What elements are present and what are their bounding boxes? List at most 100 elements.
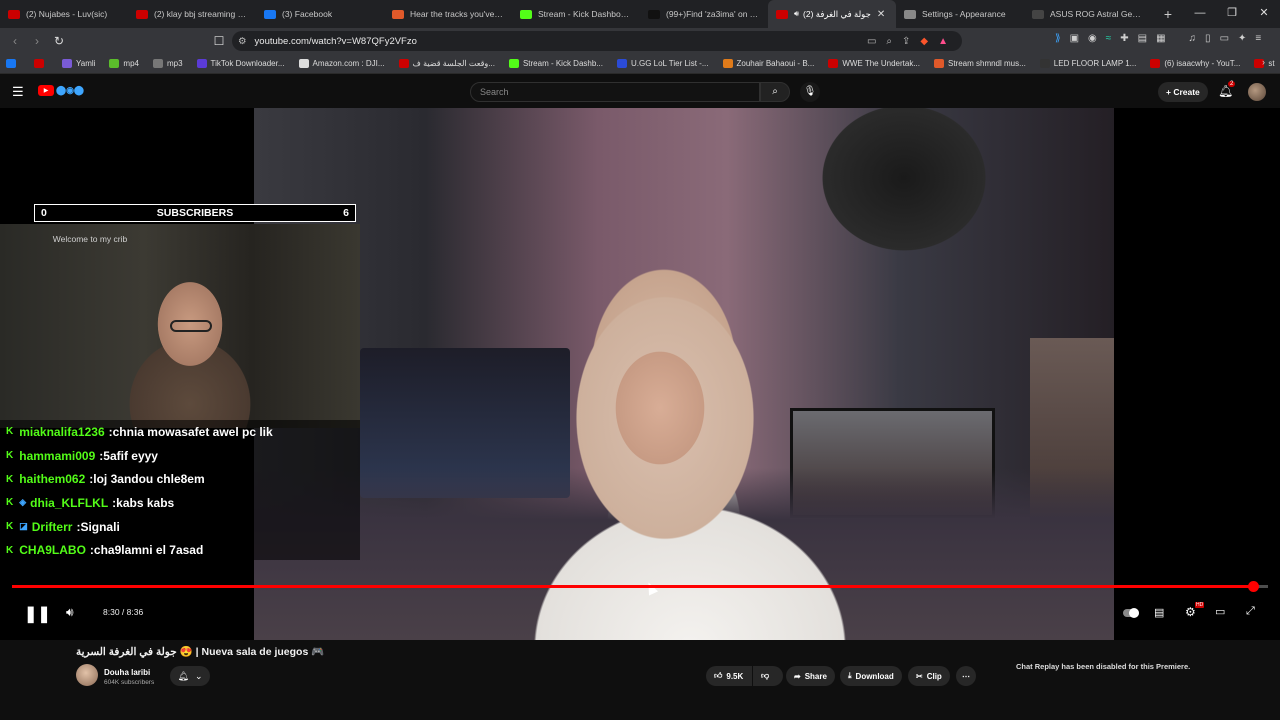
clip-button[interactable]: ✂ Clip: [908, 666, 950, 686]
pause-icon[interactable]: ❚❚: [24, 604, 51, 624]
maximize-button[interactable]: ❐: [1216, 0, 1248, 28]
reload-icon[interactable]: ↻: [48, 34, 70, 48]
extension-icon-5[interactable]: ▤: [1138, 33, 1147, 44]
bookmark-item[interactable]: وقعت الجلسة قضية ف...: [398, 59, 495, 68]
volume-icon[interactable]: 🔊︎: [66, 605, 74, 620]
chat-username: haithem062: [19, 472, 86, 487]
browser-tab[interactable]: Settings - Appearance: [896, 0, 1024, 28]
fullscreen-icon[interactable]: ⤢: [1246, 605, 1255, 618]
tab-title: (2) Nujabes - Luv(sic): [26, 9, 108, 19]
bookmark-item[interactable]: [6, 59, 20, 68]
subscriber-goal-start: 0: [41, 207, 47, 219]
tab-audio-icon[interactable]: 🔊︎: [794, 9, 799, 19]
welcome-sign: Welcome to my crib: [52, 234, 128, 244]
browser-tab[interactable]: Stream - Kick Dashboard: [512, 0, 640, 28]
browser-tab[interactable]: (99+)Find 'za3ima' on TikT: [640, 0, 768, 28]
bookmark-item[interactable]: U.GG LoL Tier List -...: [616, 59, 709, 68]
bookmark-label: st: [1268, 59, 1275, 68]
bookmark-item[interactable]: [34, 59, 48, 68]
dislike-button[interactable]: 👎︎: [753, 666, 783, 686]
kick-badge-icon: K: [6, 426, 14, 438]
bookmark-item[interactable]: TikTok Downloader...: [196, 59, 285, 68]
search-button[interactable]: ⌕: [760, 82, 790, 102]
bookmark-favicon-icon: [508, 59, 519, 68]
bookmark-item[interactable]: (6) isaacwhy - YouT...: [1150, 59, 1240, 68]
download-button[interactable]: ⤓ Download: [840, 666, 902, 686]
hd-badge: HD: [1195, 602, 1205, 608]
bookmark-item[interactable]: Stream - Kick Dashb...: [508, 59, 603, 68]
progress-scrubber[interactable]: [1247, 581, 1259, 592]
browser-tab[interactable]: (2) klay bbj streaming - Yo: [128, 0, 256, 28]
back-icon[interactable]: ‹: [4, 34, 26, 48]
extension-icon-1[interactable]: ⟫: [1055, 33, 1061, 44]
search-input[interactable]: Search: [470, 82, 760, 102]
bell-icon: 🔔︎: [177, 670, 189, 681]
like-button[interactable]: 👍︎ 9.5K: [706, 666, 752, 686]
media-control-icon[interactable]: ♫: [1189, 33, 1197, 44]
bookmarks-overflow-icon[interactable]: ›: [1262, 57, 1265, 67]
brave-rewards-icon[interactable]: ▲: [938, 36, 948, 47]
sidebar-icon[interactable]: ▯: [1205, 33, 1211, 44]
zoom-icon[interactable]: ⌕: [886, 36, 892, 47]
autoplay-toggle[interactable]: [1123, 608, 1139, 618]
url-field[interactable]: ⚙ youtube.com/watch?v=W87QFy2VFzo ▭ ⌕ ⇪ …: [232, 31, 962, 51]
bookmark-item[interactable]: mp3: [152, 59, 183, 68]
wallet-icon[interactable]: ▭: [1220, 33, 1229, 44]
share-page-icon[interactable]: ⇪: [902, 36, 910, 47]
channel-name[interactable]: Douha laribi: [104, 668, 150, 677]
chevron-down-icon: ⌄: [194, 670, 203, 681]
kick-badge-icon: K: [6, 473, 14, 485]
progress-bar[interactable]: [12, 581, 1268, 592]
site-info-icon[interactable]: ⚙: [238, 36, 247, 47]
bookmark-item[interactable]: Amazon.com : DJI...: [298, 59, 385, 68]
extension-icon-3[interactable]: ◉: [1088, 33, 1097, 44]
menu-icon[interactable]: ≡: [1255, 33, 1261, 44]
browser-tab[interactable]: ASUS ROG Astral GeForce: [1024, 0, 1152, 28]
extension-icon-4[interactable]: ≈: [1106, 33, 1112, 44]
bookmark-favicon-icon: [398, 59, 409, 68]
youtube-logo[interactable]: ▶ ⬤◉⬤: [38, 85, 84, 96]
bookmark-label: وقعت الجلسة قضية ف...: [412, 59, 495, 68]
kick-badge-icon: K: [6, 544, 14, 556]
subtitles-icon[interactable]: ▤: [1154, 606, 1164, 619]
bookmark-item[interactable]: Yamli: [62, 59, 95, 68]
channel-avatar[interactable]: [76, 664, 98, 686]
bookmark-icon[interactable]: ☐: [208, 34, 230, 48]
bookmark-item[interactable]: Stream shmndl mus...: [933, 59, 1026, 68]
bookmark-item[interactable]: WWE The Undertak...: [828, 59, 920, 68]
browser-tab[interactable]: 🔊︎ (2) جولة في الغرفة ✕: [768, 0, 896, 28]
close-window-button[interactable]: ✕: [1248, 0, 1280, 28]
bookmark-item[interactable]: mp4: [109, 59, 139, 68]
bookmark-label: Amazon.com : DJI...: [312, 59, 385, 68]
chat-message: K ◪ Drifterr: Signali: [0, 515, 360, 539]
tab-favicon-icon: [904, 9, 916, 19]
more-actions-button[interactable]: ⋯: [956, 666, 976, 686]
extensions-puzzle-icon[interactable]: ✚: [1120, 33, 1128, 44]
account-avatar[interactable]: [1248, 83, 1266, 101]
voice-search-button[interactable]: 🎙: [800, 82, 820, 102]
video-player[interactable]: 0 SUBSCRIBERS 6 Welcome to my crib Kmiak…: [0, 108, 1280, 640]
browser-tab[interactable]: (3) Facebook: [256, 0, 384, 28]
tab-title: (99+)Find 'za3ima' on TikT: [666, 9, 760, 19]
subscription-bell-button[interactable]: 🔔︎ ⌄: [170, 666, 210, 686]
close-tab-icon[interactable]: ✕: [877, 9, 885, 20]
extension-icon-2[interactable]: ▣: [1070, 33, 1079, 44]
browser-tab[interactable]: (2) Nujabes - Luv(sic): [0, 0, 128, 28]
cast-icon[interactable]: ▭: [867, 36, 876, 47]
bookmark-label: TikTok Downloader...: [210, 59, 285, 68]
extension-icon-6[interactable]: ▦: [1156, 33, 1165, 44]
theater-mode-icon[interactable]: ▭: [1215, 605, 1225, 618]
minimize-button[interactable]: —: [1184, 0, 1216, 28]
leo-ai-icon[interactable]: ✦: [1238, 33, 1246, 44]
new-tab-button[interactable]: +: [1158, 6, 1178, 22]
bookmark-item[interactable]: LED FLOOR LAMP 1...: [1039, 59, 1136, 68]
like-count: 9.5K: [726, 671, 744, 681]
bookmark-favicon-icon: [1039, 59, 1050, 68]
browser-tab[interactable]: Hear the tracks you've like: [384, 0, 512, 28]
create-button[interactable]: + Create: [1158, 82, 1208, 102]
share-button[interactable]: ➦ Share: [786, 666, 835, 686]
bookmark-item[interactable]: Zouhair Bahaoui - B...: [722, 59, 814, 68]
brave-shield-icon[interactable]: ◆: [920, 36, 928, 47]
forward-icon[interactable]: ›: [26, 34, 48, 48]
hamburger-menu-icon[interactable]: ☰: [12, 84, 24, 100]
